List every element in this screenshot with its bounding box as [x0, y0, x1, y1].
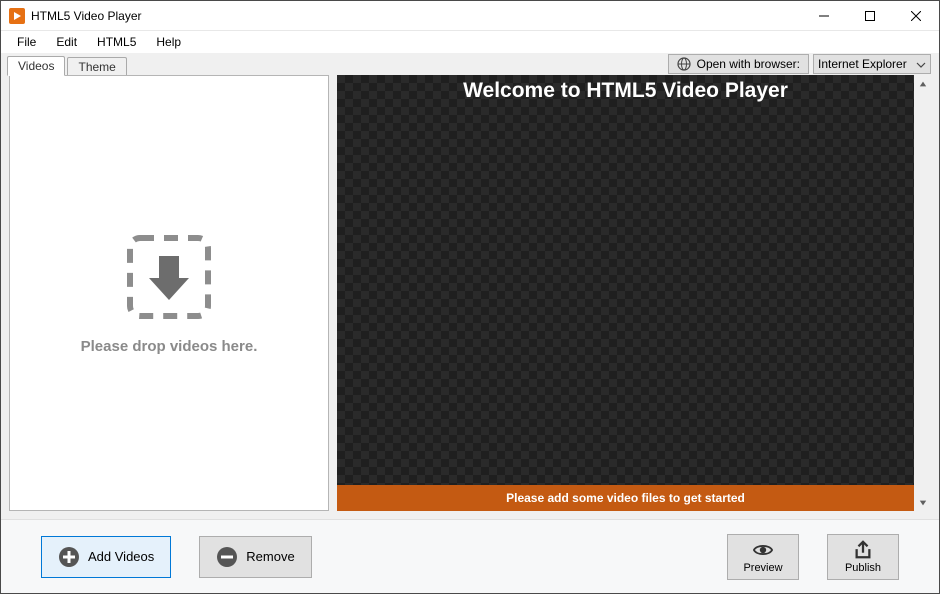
open-with-browser-label: Open with browser:	[697, 57, 800, 71]
browser-select[interactable]: Internet Explorer	[813, 54, 931, 74]
main-area: Please drop videos here. Welcome to HTML…	[1, 75, 939, 519]
preview-label: Preview	[743, 562, 782, 574]
menu-help[interactable]: Help	[146, 33, 191, 51]
menu-html5[interactable]: HTML5	[87, 33, 146, 51]
eye-icon	[753, 540, 773, 560]
chevron-down-icon	[916, 59, 926, 69]
video-list-panel[interactable]: Please drop videos here.	[9, 75, 329, 511]
app-icon	[9, 8, 25, 24]
top-row: Videos Theme Open with browser: Internet…	[1, 53, 939, 75]
plus-circle-icon	[58, 546, 80, 568]
preview-area: Welcome to HTML5 Video Player Please add…	[337, 75, 914, 511]
menu-file[interactable]: File	[7, 33, 46, 51]
drop-zone-text: Please drop videos here.	[81, 338, 258, 355]
scroll-up-icon[interactable]	[914, 75, 931, 92]
menu-edit[interactable]: Edit	[46, 33, 87, 51]
close-button[interactable]	[893, 1, 939, 31]
preview-panel: Welcome to HTML5 Video Player Please add…	[337, 75, 931, 511]
maximize-button[interactable]	[847, 1, 893, 31]
tabs: Videos Theme	[1, 53, 127, 75]
preview-body	[337, 107, 914, 485]
menubar: File Edit HTML5 Help	[1, 31, 939, 53]
publish-icon	[853, 540, 873, 560]
content-area: Videos Theme Open with browser: Internet…	[1, 53, 939, 593]
minus-circle-icon	[216, 546, 238, 568]
tab-videos[interactable]: Videos	[7, 56, 65, 76]
preview-footer: Please add some video files to get start…	[337, 485, 914, 511]
titlebar: HTML5 Video Player	[1, 1, 939, 31]
bottom-toolbar: Add Videos Remove Preview	[1, 519, 939, 593]
remove-label: Remove	[246, 549, 294, 564]
minimize-button[interactable]	[801, 1, 847, 31]
globe-icon	[677, 57, 691, 71]
preview-scrollbar[interactable]	[914, 75, 931, 511]
preview-button[interactable]: Preview	[727, 534, 799, 580]
preview-title: Welcome to HTML5 Video Player	[337, 75, 914, 107]
browser-select-value: Internet Explorer	[818, 57, 907, 71]
publish-button[interactable]: Publish	[827, 534, 899, 580]
drop-zone-icon	[124, 232, 214, 322]
publish-label: Publish	[845, 562, 881, 574]
add-videos-button[interactable]: Add Videos	[41, 536, 171, 578]
add-videos-label: Add Videos	[88, 549, 154, 564]
drop-zone[interactable]: Please drop videos here.	[81, 232, 258, 355]
scroll-down-icon[interactable]	[914, 494, 931, 511]
open-with-browser-button[interactable]: Open with browser:	[668, 54, 809, 74]
tab-theme[interactable]: Theme	[67, 57, 126, 76]
remove-button[interactable]: Remove	[199, 536, 311, 578]
app-window: HTML5 Video Player File Edit HTML5 Help …	[0, 0, 940, 594]
window-title: HTML5 Video Player	[31, 9, 142, 23]
